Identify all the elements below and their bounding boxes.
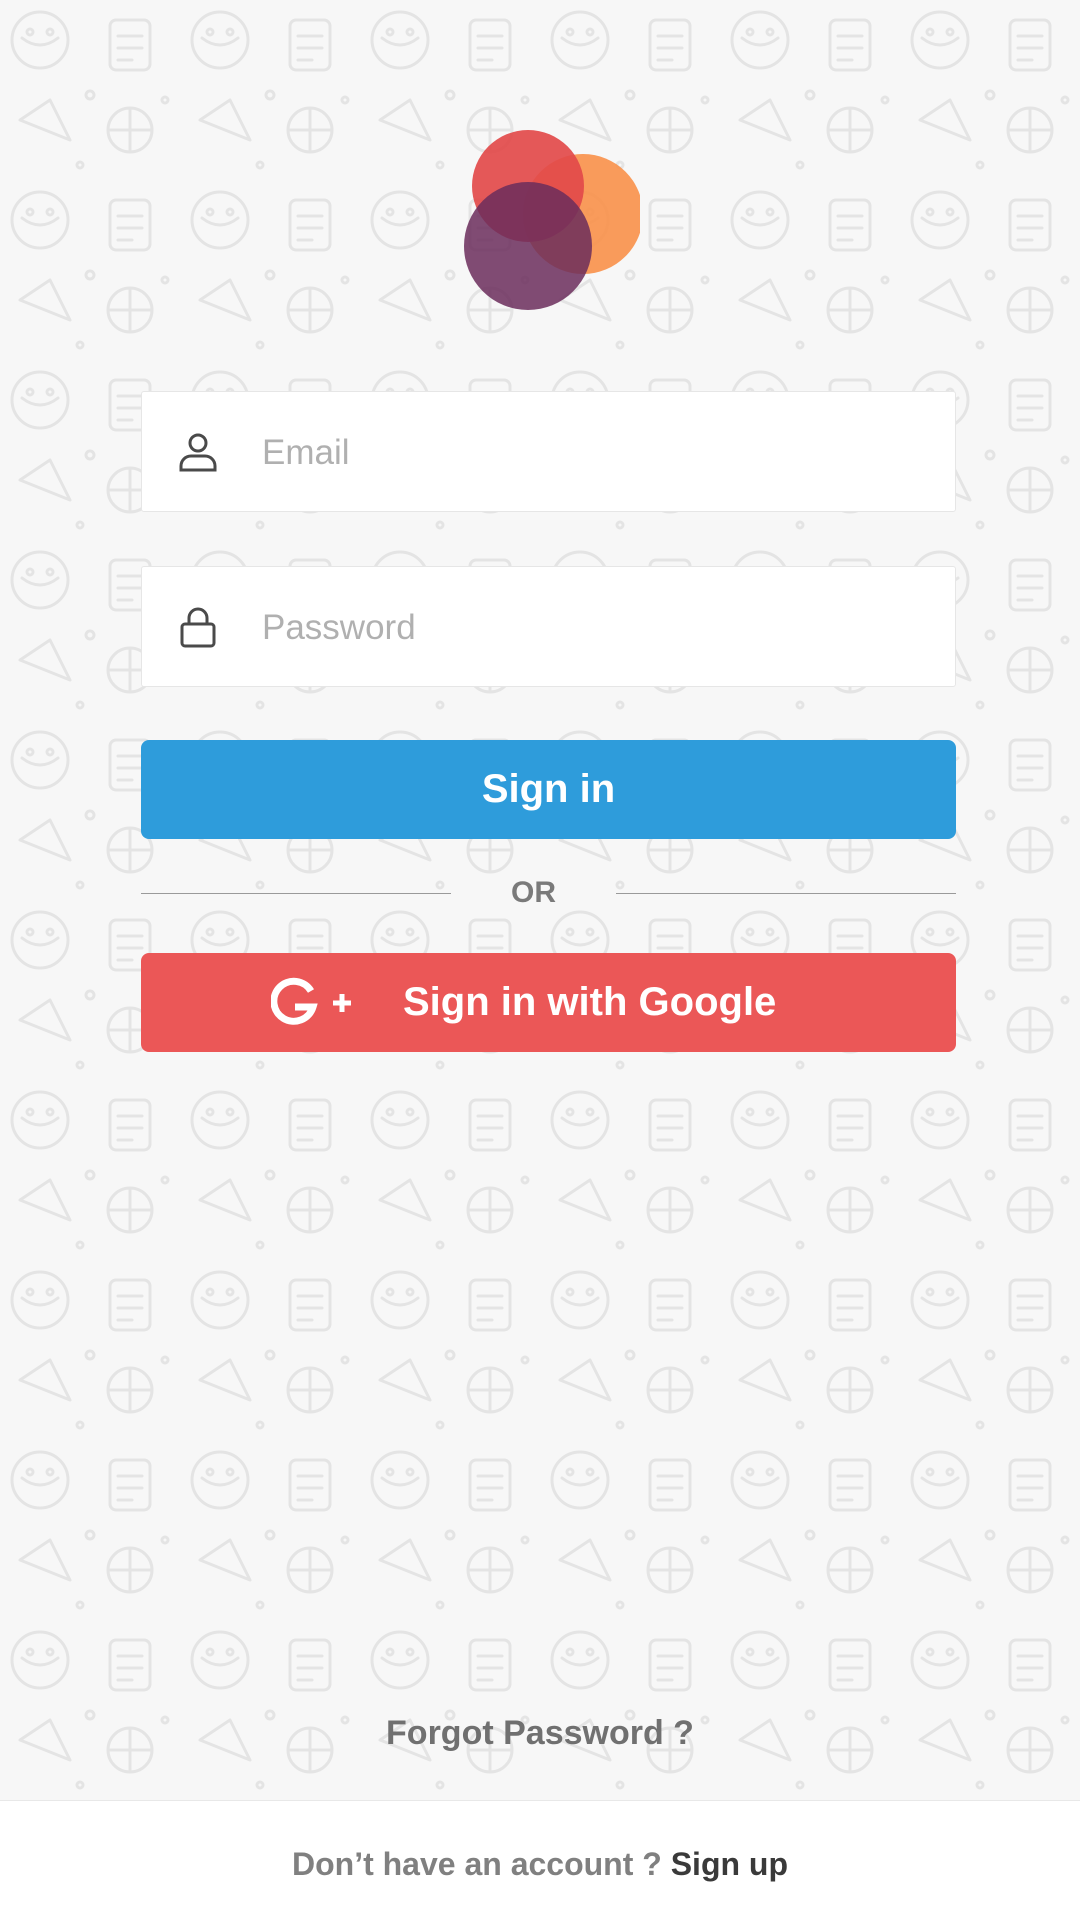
user-icon [179,433,217,472]
app-logo [464,130,640,310]
email-field[interactable] [141,391,956,513]
or-divider: OR [141,866,956,926]
signup-row: Don’t have an account ? Sign up [0,1846,1080,1883]
email-input[interactable] [260,392,924,513]
divider-line-left [141,893,451,894]
forgot-password-link[interactable]: Forgot Password ? [0,1714,1080,1753]
or-label: OR [511,876,556,909]
google-sign-in-button[interactable]: Sign in with Google [141,953,956,1052]
footer-bar: Don’t have an account ? Sign up [0,1800,1080,1920]
divider-line-right [616,893,956,894]
sign-up-link[interactable]: Sign up [671,1846,788,1882]
signup-prompt: Don’t have an account ? [291,1846,662,1882]
google-sign-in-label: Sign in with Google [403,980,777,1024]
google-plus-icon [271,977,351,1025]
password-field[interactable] [141,566,956,688]
password-input[interactable] [260,567,924,688]
lock-icon [180,607,216,648]
sign-in-button[interactable]: Sign in [141,740,956,839]
